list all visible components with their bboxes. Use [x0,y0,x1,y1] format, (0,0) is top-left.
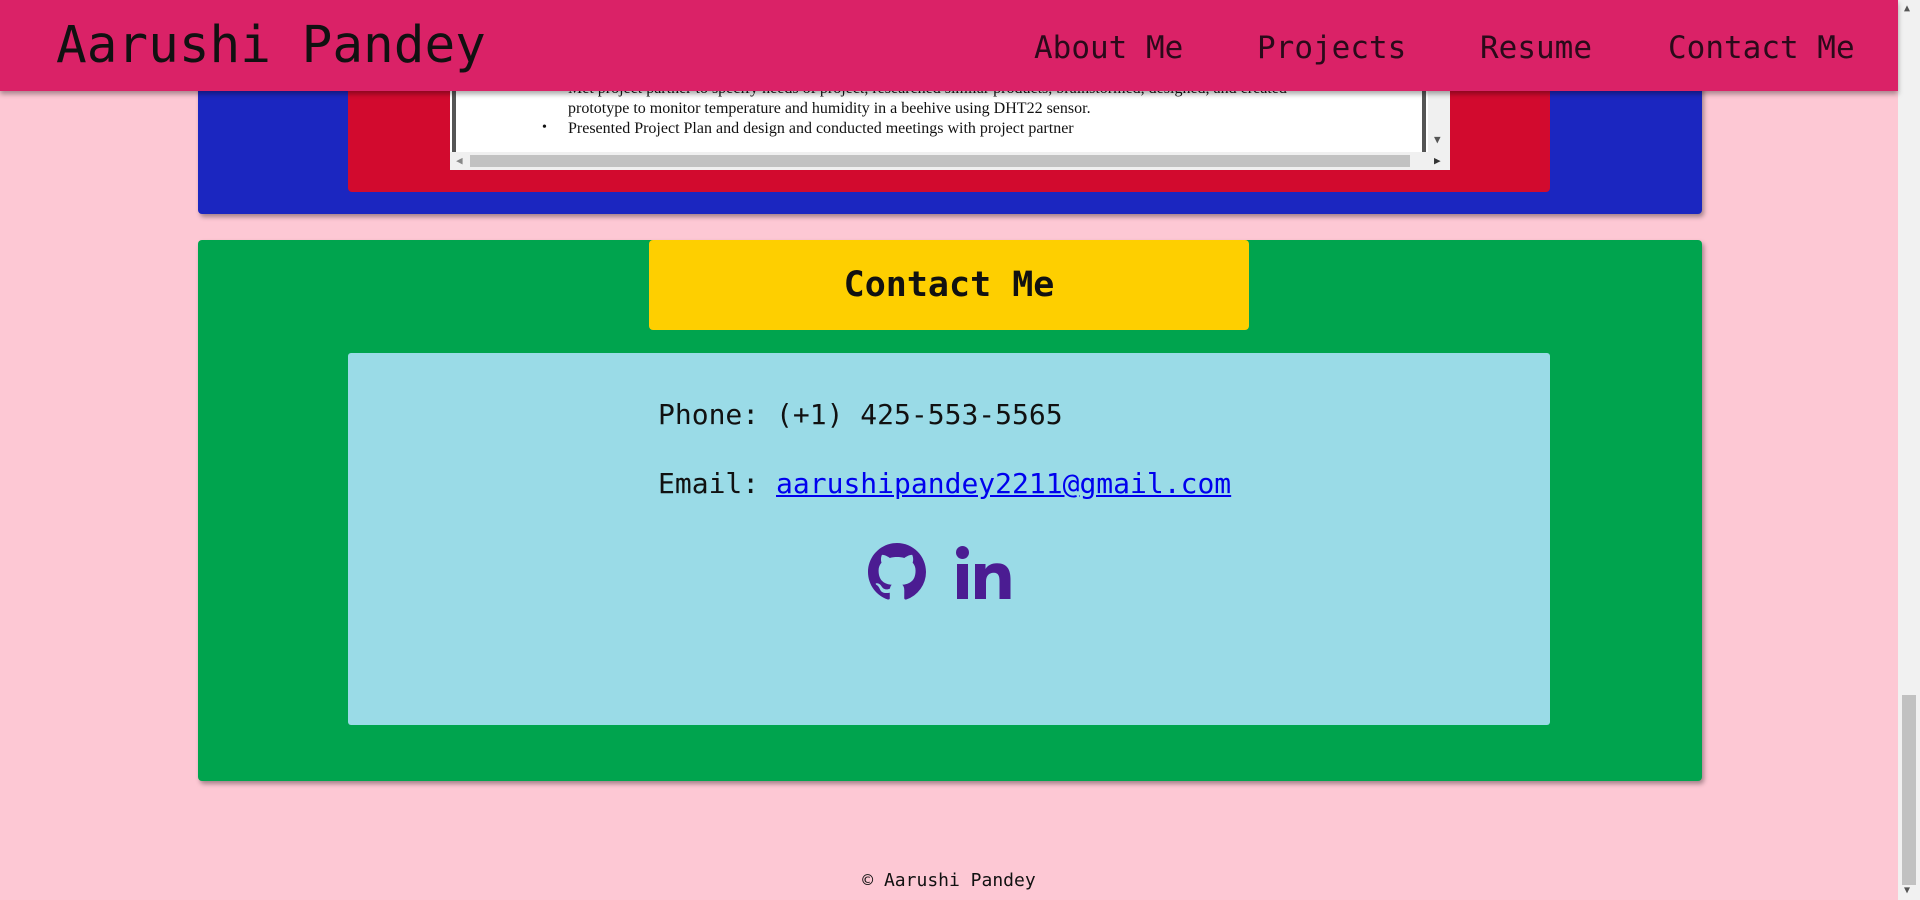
scroll-right-arrow-icon[interactable]: ▶ [1434,154,1441,168]
footer-copyright: © Aarushi Pandey [862,870,1036,891]
nav-projects[interactable]: Projects [1257,28,1406,68]
pdf-line: prototype to monitor temperature and hum… [568,100,1091,117]
contact-card: Phone: (+1) 425-553-5565 Email: aaruship… [348,353,1550,725]
resume-section: • Met project partner to specify needs o… [198,70,1702,214]
scroll-down-arrow-icon[interactable]: ▼ [1904,886,1910,896]
pdf-bullet: • [542,120,547,135]
scroll-down-arrow-icon[interactable]: ▼ [1434,134,1441,146]
contact-heading: Contact Me [843,265,1055,305]
nav-resume[interactable]: Resume [1480,28,1592,68]
phone-row: Phone: (+1) 425-553-5565 [658,397,1063,433]
phone-label: Phone: [658,398,760,431]
email-row: Email: aarushipandey2211@gmail.com [658,466,1231,502]
contact-heading-box: Contact Me [649,240,1249,330]
pdf-horizontal-scroll-thumb[interactable] [470,155,1410,167]
scroll-left-arrow-icon[interactable]: ◀ [456,154,463,168]
page-scroll-thumb[interactable] [1902,695,1916,885]
linkedin-icon[interactable] [954,545,1014,601]
site-header: Aarushi Pandey About Me Projects Resume … [0,0,1898,91]
nav-about-me[interactable]: About Me [1034,28,1183,68]
scroll-up-arrow-icon[interactable]: ▲ [1904,4,1910,14]
pdf-horizontal-scrollbar[interactable]: ◀ ▶ [450,152,1450,170]
nav-contact-me[interactable]: Contact Me [1668,28,1855,68]
contact-section: Contact Me Phone: (+1) 425-553-5565 Emai… [198,240,1702,781]
phone-number: (+1) 425-553-5565 [776,398,1063,431]
site-title: Aarushi Pandey [56,16,486,75]
github-icon[interactable] [868,543,926,601]
pdf-line: Presented Project Plan and design and co… [568,120,1074,137]
email-link[interactable]: aarushipandey2211@gmail.com [776,467,1231,500]
email-label: Email: [658,467,760,500]
page-scrollbar[interactable]: ▲ ▼ [1898,0,1920,900]
